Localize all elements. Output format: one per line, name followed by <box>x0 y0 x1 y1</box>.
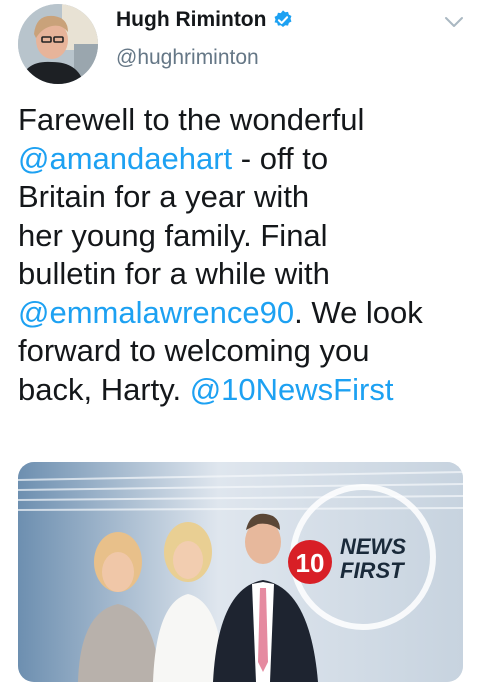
author-handle[interactable]: @hughriminton <box>116 46 259 70</box>
news-studio-photo: 10 NEWS FIRST <box>18 462 463 682</box>
tweet-text: Farewell to the wonderful @amandaehart -… <box>18 101 468 409</box>
mention-link[interactable]: @amandaehart <box>18 141 232 176</box>
ten-logo-number: 10 <box>296 548 325 578</box>
mention-link[interactable]: @10NewsFirst <box>190 372 394 407</box>
author-display-name[interactable]: Hugh Riminton <box>116 8 266 32</box>
chevron-down-icon[interactable] <box>442 10 466 34</box>
tweet-text-segment: Farewell to the wonderful <box>18 102 365 137</box>
tweet-media-photo[interactable]: 10 NEWS FIRST <box>18 462 463 682</box>
logo-first-label: FIRST <box>340 558 405 583</box>
verified-badge-icon <box>275 10 292 28</box>
avatar[interactable] <box>18 4 98 84</box>
author-name-row[interactable]: Hugh Riminton <box>116 8 294 32</box>
logo-news-label: NEWS <box>340 534 406 559</box>
avatar-photo <box>18 4 98 84</box>
mention-link[interactable]: @emmalawrence90 <box>18 295 294 330</box>
